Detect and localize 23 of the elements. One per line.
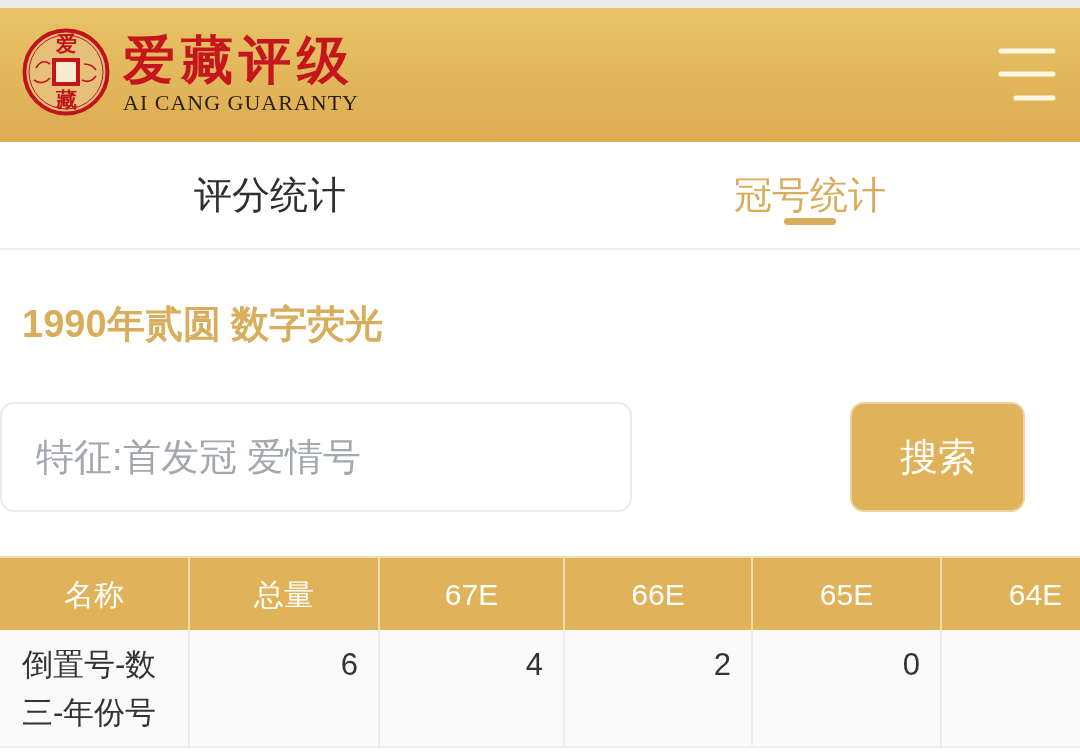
page-title: 1990年贰圆 数字荧光 — [22, 302, 384, 347]
column-header: 名称 — [0, 556, 190, 630]
tab[interactable]: 评分统计 — [0, 142, 540, 248]
logo-wordmark: 爱藏评级 — [123, 32, 356, 88]
column-header: 67E — [380, 556, 565, 630]
menu-icon[interactable] — [998, 48, 1056, 102]
search-field[interactable]: 特征:首发冠 爱情号 — [0, 402, 632, 512]
coin-character: 爱 — [54, 32, 78, 56]
column-header: 66E — [565, 556, 753, 630]
logo-subtitle: AI CANG GUARANTY — [123, 90, 359, 116]
table-cell-text: 6 — [340, 646, 358, 684]
column-header: 65E — [753, 556, 942, 630]
coin-logo-icon — [22, 28, 110, 116]
table-cell-text: 4 — [525, 646, 543, 684]
tab[interactable]: 冠号统计 — [540, 142, 1080, 248]
column-header: 总量 — [190, 556, 380, 630]
table-cell-text: 2 — [713, 646, 731, 684]
table-cell-text: 0 — [902, 646, 920, 684]
active-tab-indicator — [784, 218, 836, 225]
search-button[interactable]: 搜索 — [850, 402, 1025, 512]
table-cell-text: 倒置号-数三-年份号 — [22, 646, 158, 732]
coin-character: 藏 — [54, 88, 78, 112]
column-header: 64E — [942, 556, 1080, 630]
